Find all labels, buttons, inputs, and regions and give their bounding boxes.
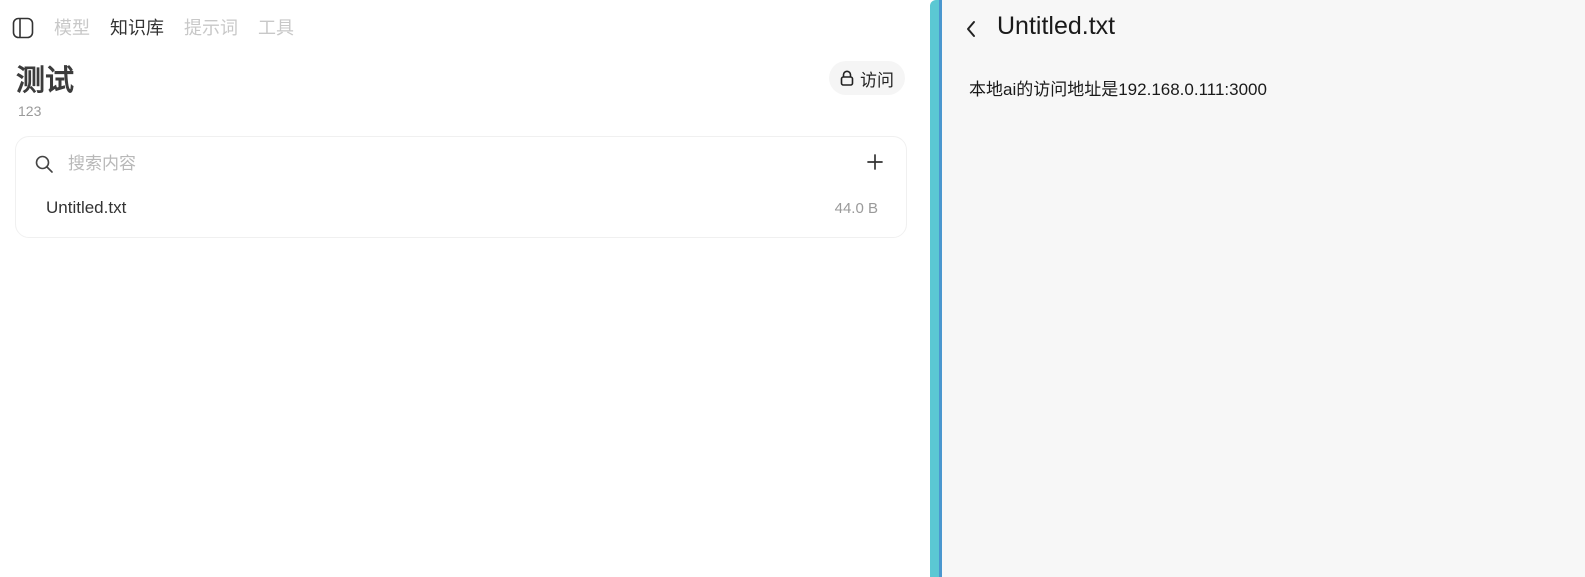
app: 模型 知识库 提示词 工具 测试 123 访问 搜索内容 Untitled.tx… — [0, 0, 1585, 577]
sidebar-toggle-icon[interactable] — [12, 17, 34, 39]
plus-icon[interactable] — [864, 151, 886, 173]
search-icon — [34, 154, 54, 174]
preview-title: Untitled.txt — [997, 12, 1116, 40]
file-name: Untitled.txt — [46, 198, 127, 217]
tab-models[interactable]: 模型 — [54, 14, 90, 42]
tab-tools[interactable]: 工具 — [258, 14, 294, 42]
lock-icon — [840, 70, 854, 86]
file-size: 44.0 B — [834, 199, 878, 217]
tab-prompts[interactable]: 提示词 — [184, 14, 238, 42]
access-button[interactable]: 访问 — [829, 61, 905, 95]
preview-content: 本地ai的访问地址是192.168.0.111:3000 — [969, 80, 1267, 99]
chevron-left-icon[interactable] — [960, 16, 982, 42]
knowledge-panel: 模型 知识库 提示词 工具 测试 123 访问 搜索内容 Untitled.tx… — [0, 0, 930, 577]
search-bar — [34, 151, 884, 177]
file-preview-panel: Untitled.txt 本地ai的访问地址是192.168.0.111:300… — [942, 0, 1585, 577]
search-input[interactable] — [68, 151, 828, 177]
page-title: 测试 — [16, 65, 75, 97]
file-list-card: Untitled.txt 44.0 B — [15, 136, 907, 238]
top-nav: 模型 知识库 提示词 工具 — [12, 14, 314, 42]
access-button-label: 访问 — [860, 70, 894, 90]
tab-knowledge[interactable]: 知识库 — [110, 14, 164, 42]
file-list-item[interactable]: Untitled.txt 44.0 B — [30, 193, 894, 223]
pane-resize-handle[interactable] — [930, 0, 942, 577]
page-description: 123 — [18, 103, 42, 119]
